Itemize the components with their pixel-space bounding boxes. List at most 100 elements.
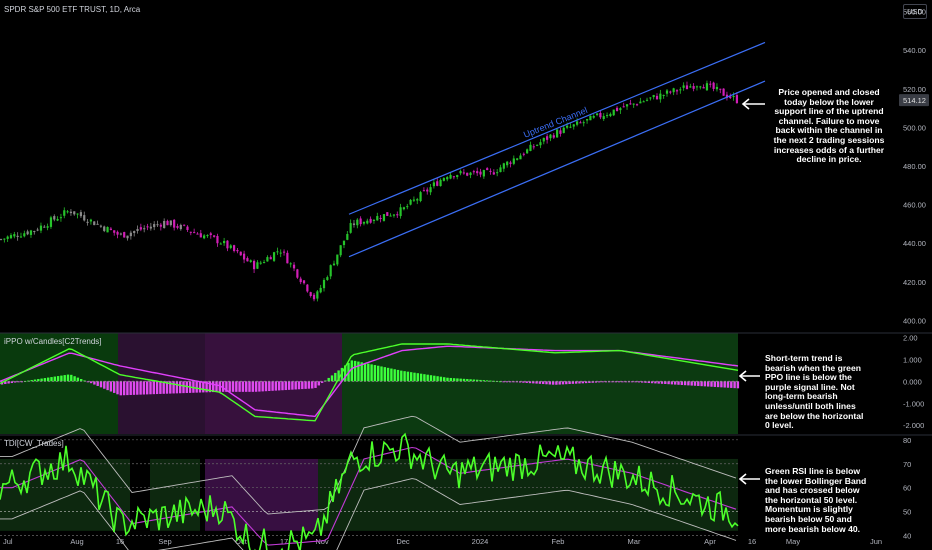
price-candle bbox=[689, 86, 692, 88]
price-candle bbox=[96, 223, 99, 225]
price-candle bbox=[189, 231, 192, 233]
ppo-ytick-label: 2.00 bbox=[903, 333, 918, 342]
ppo-histogram-bar bbox=[429, 375, 433, 382]
price-candle bbox=[449, 174, 452, 179]
ppo-histogram-bar bbox=[89, 381, 93, 384]
ppo-histogram-bar bbox=[390, 368, 393, 382]
ppo-histogram-bar bbox=[146, 381, 149, 395]
ppo-histogram-bar bbox=[334, 372, 337, 382]
xtick-label: Dec bbox=[396, 537, 410, 546]
price-candle bbox=[359, 218, 362, 225]
price-candle bbox=[562, 127, 565, 133]
price-ytick-label: 540.00 bbox=[903, 46, 926, 55]
ppo-histogram-bar bbox=[680, 381, 683, 385]
ppo-histogram-bar bbox=[406, 371, 410, 382]
price-candle bbox=[376, 216, 379, 221]
price-candle bbox=[566, 125, 569, 128]
price-candle bbox=[99, 225, 102, 227]
price-candle bbox=[659, 93, 662, 100]
price-candle bbox=[349, 223, 352, 233]
ppo-histogram-bar bbox=[723, 381, 726, 388]
ppo-histogram-bar bbox=[452, 378, 456, 382]
price-candle bbox=[442, 178, 445, 181]
price-candle bbox=[203, 235, 206, 239]
ppo-histogram-bar bbox=[235, 381, 238, 392]
ppo-histogram-bar bbox=[311, 381, 314, 389]
ppo-histogram-bar bbox=[380, 366, 383, 382]
price-candle bbox=[66, 211, 69, 213]
ppo-histogram-bar bbox=[687, 381, 690, 386]
price-candle bbox=[329, 265, 332, 277]
ppo-histogram-bar bbox=[149, 381, 152, 395]
price-candle bbox=[236, 250, 239, 252]
ppo-histogram-bar bbox=[456, 378, 459, 382]
ppo-histogram-bar bbox=[278, 381, 281, 391]
ppo-histogram-bar bbox=[446, 377, 449, 382]
price-candle bbox=[193, 232, 196, 234]
price-candle bbox=[655, 95, 659, 100]
price-candle bbox=[229, 245, 232, 248]
ppo-histogram-bar bbox=[53, 376, 56, 382]
price-candle bbox=[199, 233, 202, 238]
price-candle bbox=[679, 89, 682, 91]
price-candle bbox=[242, 253, 246, 260]
ppo-histogram-bar bbox=[555, 381, 558, 385]
price-candle bbox=[439, 179, 442, 187]
ppo-histogram-bar bbox=[443, 377, 446, 382]
currency-button[interactable]: USD bbox=[903, 4, 927, 19]
ppo-histogram-bar bbox=[713, 381, 716, 387]
ppo-histogram-bar bbox=[155, 381, 159, 395]
ppo-histogram-bar bbox=[248, 381, 251, 392]
ppo-histogram-bar bbox=[485, 380, 489, 382]
price-candle bbox=[429, 187, 432, 193]
price-candle bbox=[76, 213, 79, 215]
ppo-histogram-bar bbox=[254, 381, 258, 392]
ppo-histogram-bar bbox=[179, 381, 182, 394]
ppo-histogram-bar bbox=[400, 370, 403, 382]
price-candle bbox=[579, 122, 582, 124]
ppo-histogram-bar bbox=[70, 374, 73, 382]
ppo-histogram-bar bbox=[716, 381, 720, 388]
price-candle bbox=[396, 214, 399, 216]
tdi-panel-title: TDI[CW_Trades] bbox=[4, 439, 64, 448]
price-candle bbox=[479, 171, 482, 175]
price-candle bbox=[502, 163, 505, 169]
ppo-histogram-bar bbox=[683, 381, 687, 386]
price-candle bbox=[252, 260, 256, 270]
price-candle bbox=[296, 269, 299, 278]
price-candle bbox=[309, 292, 312, 296]
ppo-histogram-bar bbox=[733, 381, 736, 389]
xtick-label: Jun bbox=[870, 537, 882, 546]
xtick-label: May bbox=[786, 537, 800, 546]
price-candle bbox=[446, 177, 449, 180]
ppo-histogram-bar bbox=[664, 381, 667, 385]
price-candle bbox=[369, 218, 372, 223]
price-candle bbox=[89, 219, 93, 222]
ppo-histogram-bar bbox=[690, 381, 693, 386]
ppo-histogram-bar bbox=[674, 381, 677, 385]
price-candle bbox=[592, 115, 595, 118]
price-candle bbox=[29, 230, 33, 235]
price-candle bbox=[159, 224, 162, 227]
ppo-histogram-bar bbox=[413, 372, 416, 382]
price-candle bbox=[106, 227, 109, 233]
price-candle bbox=[389, 215, 392, 217]
price-candle bbox=[103, 226, 106, 231]
price-ytick-label: 400.00 bbox=[903, 316, 926, 325]
price-candle bbox=[426, 189, 429, 192]
ppo-histogram-bar bbox=[139, 381, 142, 395]
ppo-histogram-bar bbox=[419, 373, 423, 382]
price-candle bbox=[612, 109, 615, 116]
price-candle bbox=[506, 161, 509, 166]
price-candle bbox=[9, 235, 13, 239]
price-candle bbox=[735, 95, 739, 104]
ppo-histogram-bar bbox=[258, 381, 261, 392]
price-candle bbox=[49, 217, 53, 227]
ppo-ytick-label: -1.000 bbox=[903, 399, 924, 408]
price-candle bbox=[559, 130, 562, 134]
price-candle bbox=[599, 113, 602, 118]
price-candle bbox=[695, 86, 699, 88]
xtick-label: 16 bbox=[748, 537, 756, 546]
ppo-histogram-bar bbox=[353, 360, 357, 382]
ppo-histogram-bar bbox=[449, 377, 452, 382]
